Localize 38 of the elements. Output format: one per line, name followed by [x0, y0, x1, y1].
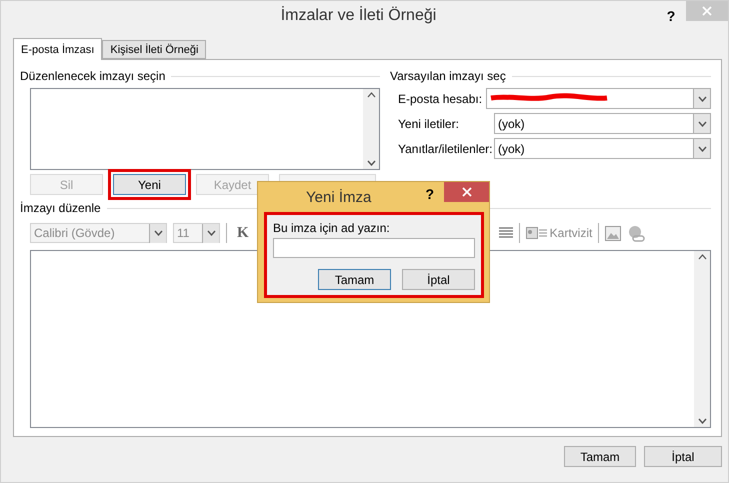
section-heading: Düzenlenecek imzayı seçin — [20, 69, 166, 83]
tab[interactable]: Kişisel İleti Örneği — [102, 40, 206, 59]
help-button[interactable]: ? — [656, 8, 686, 24]
window-title: İmzalar ve İleti Örneği — [280, 7, 438, 25]
justify-icon[interactable] — [498, 227, 513, 239]
dropdown-value: (yok) — [497, 116, 526, 130]
section-heading: İmzayı düzenle — [20, 201, 101, 215]
tab[interactable]: E-posta İmzası — [13, 38, 102, 60]
scroll-down-icon — [698, 418, 706, 424]
help-button[interactable]: ? — [425, 182, 444, 212]
scroll-up-icon — [366, 92, 376, 98]
scroll-up-icon — [698, 254, 706, 260]
dropdown[interactable] — [486, 88, 711, 109]
scroll-down-icon — [366, 160, 376, 166]
dropdown[interactable]: (yok) — [494, 138, 711, 159]
close-icon — [702, 6, 712, 16]
signature-editor[interactable] — [30, 250, 711, 428]
bold-button[interactable]: K — [233, 224, 253, 242]
close-icon — [462, 187, 472, 197]
signature-list[interactable] — [30, 88, 380, 170]
dialog-button[interactable]: İptal — [402, 269, 475, 290]
signature-button[interactable]: Yeni — [113, 174, 186, 195]
dialog-button[interactable]: İptal — [644, 446, 722, 467]
field-label: Yeni iletiler: — [398, 116, 460, 130]
field-label: E-posta hesabı: — [398, 92, 484, 106]
dialog-button[interactable]: Tamam — [318, 269, 391, 290]
picture-icon[interactable] — [605, 226, 622, 240]
dropdown[interactable]: (yok) — [494, 113, 711, 134]
dialog-button[interactable]: Tamam — [564, 446, 636, 467]
section-heading: Varsayılan imzayı seç — [390, 69, 506, 83]
hyperlink-icon[interactable] — [627, 224, 646, 242]
name-input[interactable] — [273, 238, 475, 258]
prompt-label: Bu imza için ad yazın: — [273, 221, 390, 235]
dialog-title: Yeni İmza — [306, 189, 372, 206]
contact-card-icon — [526, 227, 548, 239]
close-button[interactable] — [444, 182, 489, 202]
dropdown-value: (yok) — [497, 142, 526, 156]
field-label: Yanıtlar/iletilenler: — [398, 142, 494, 156]
